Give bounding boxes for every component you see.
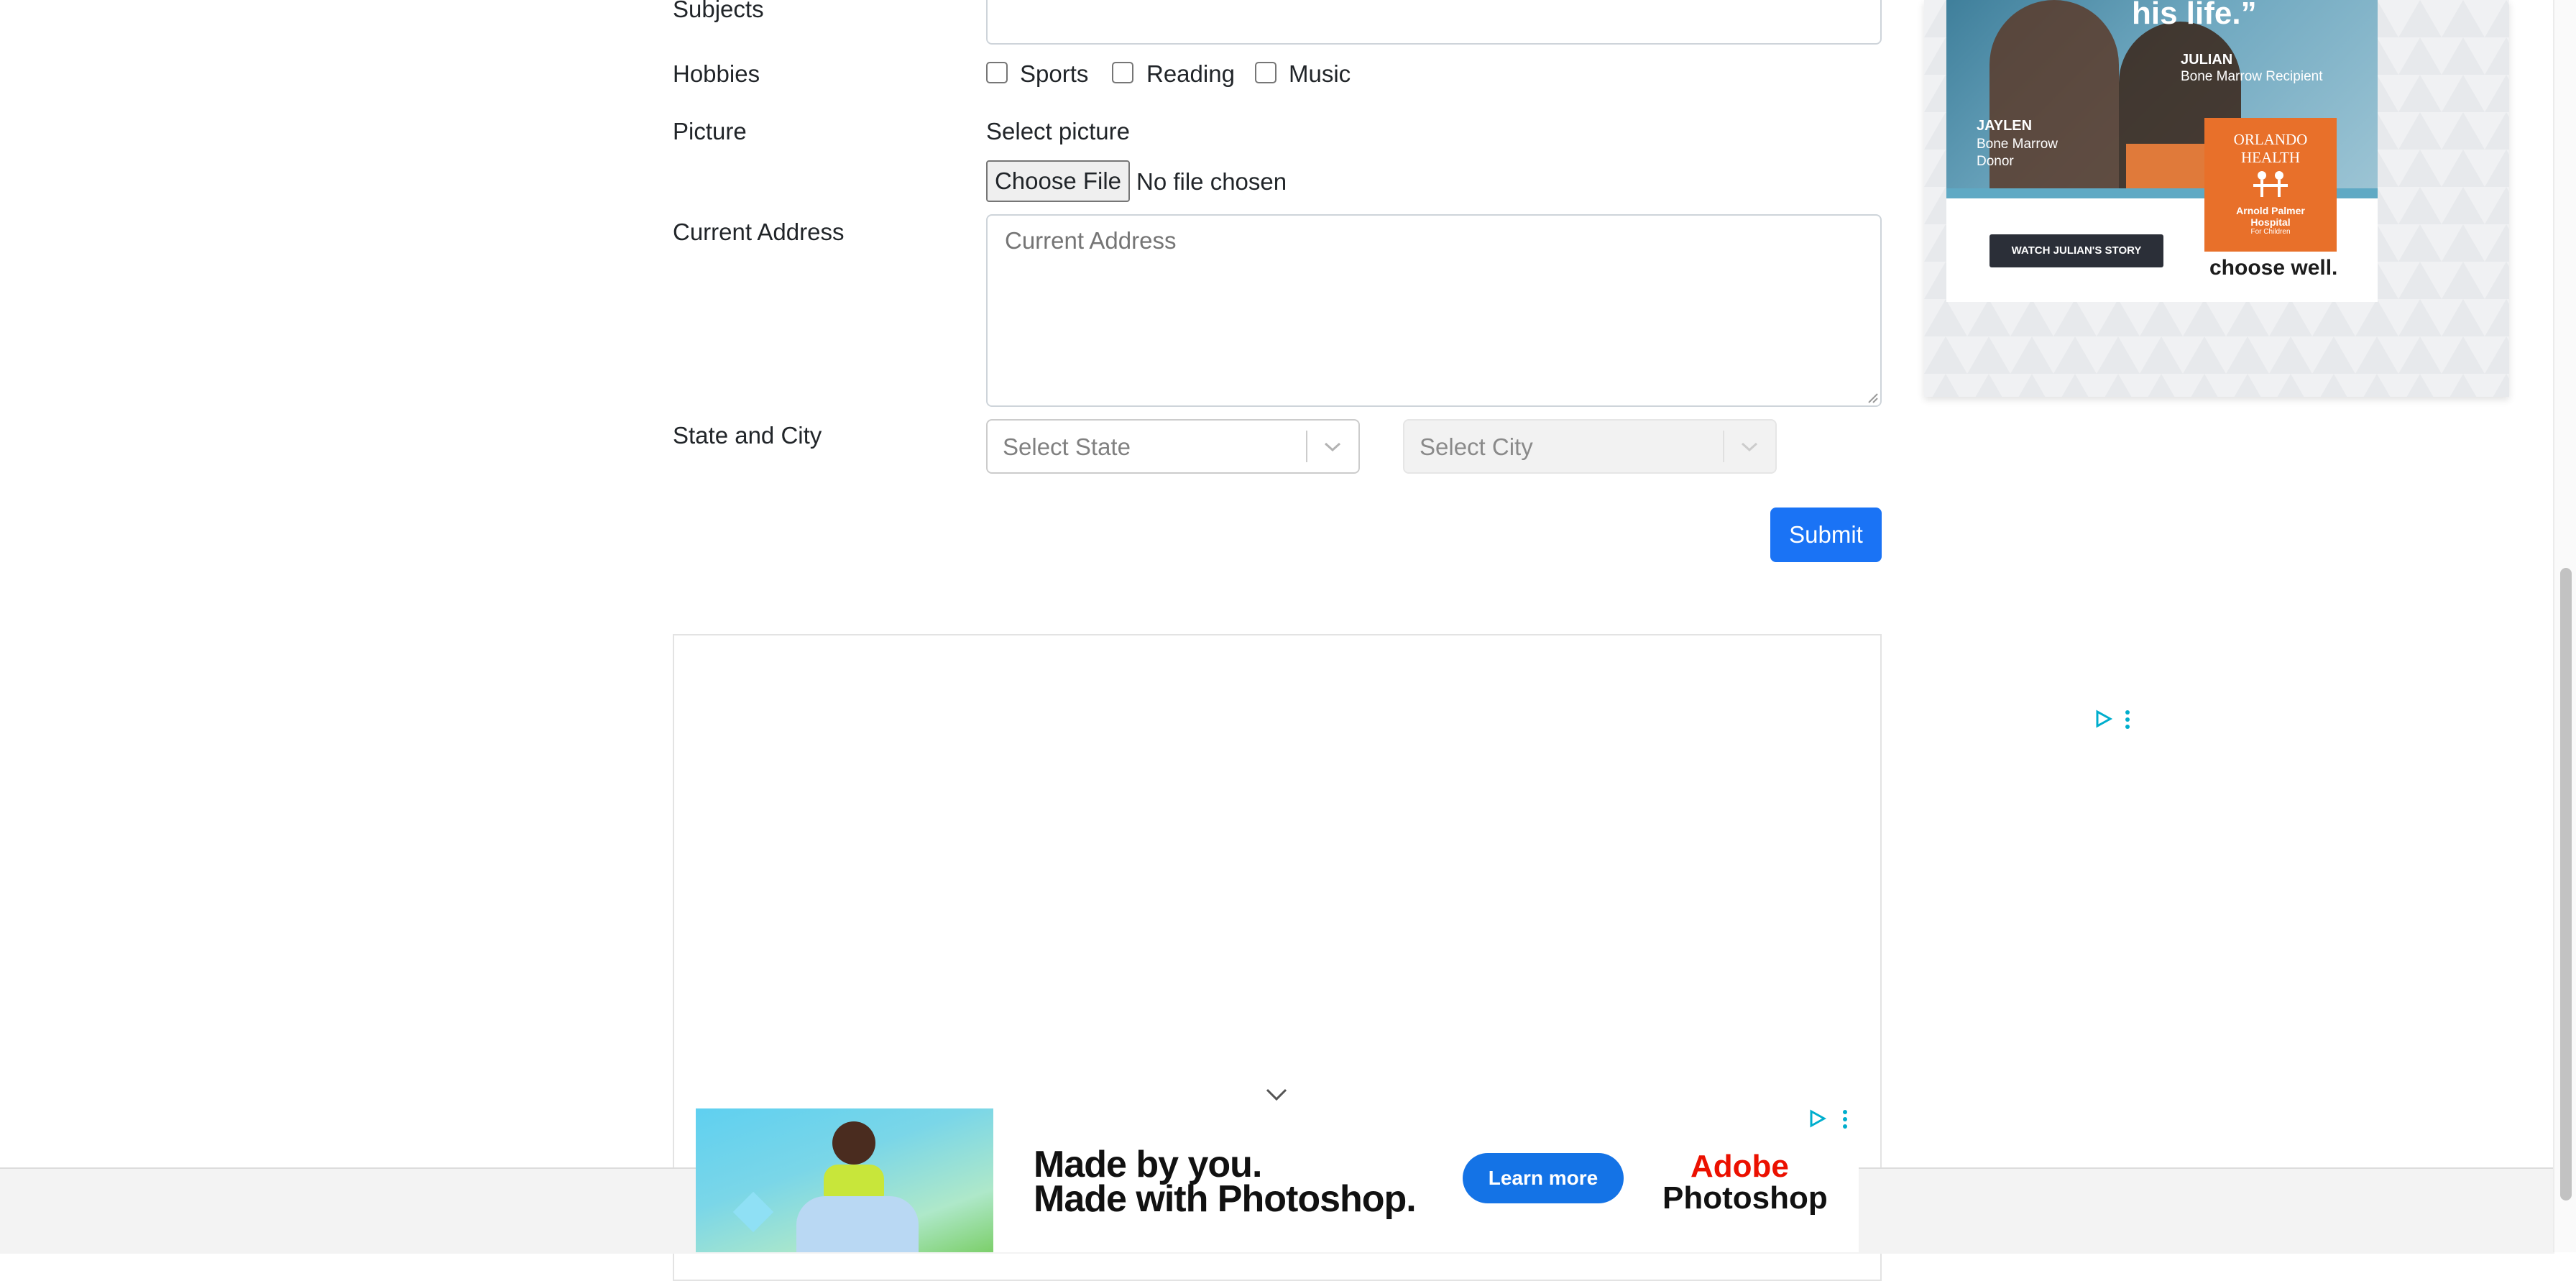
address-textarea[interactable]: [986, 214, 1882, 407]
right-ad-frame[interactable]: his life.” JULIAN Bone Marrow Recipient …: [1924, 0, 2509, 397]
subjects-input[interactable]: [986, 0, 1882, 45]
adobe-logo-text: Adobe: [1690, 1149, 1789, 1184]
resize-handle-icon[interactable]: [1867, 392, 1879, 404]
brand-line-1: ORLANDO: [2233, 131, 2308, 148]
adchoices-icon[interactable]: [2094, 710, 2113, 728]
hospital-line-2: Hospital: [2250, 216, 2291, 228]
hospital-line-3: For Children: [2250, 228, 2291, 236]
donor-role-1: Bone Marrow: [1977, 137, 2058, 152]
state-select[interactable]: Select State: [986, 419, 1360, 474]
picture-label: Picture: [673, 118, 747, 144]
photoshop-logo-text: Photoshop: [1662, 1180, 1828, 1216]
address-label: Current Address: [673, 219, 845, 245]
hobby-music-label[interactable]: Music: [1289, 60, 1351, 88]
hobby-sports-checkbox[interactable]: [986, 62, 1008, 83]
ad-tagline: choose well.: [2209, 256, 2338, 280]
subjects-label: Subjects: [673, 0, 764, 22]
hobby-reading-label[interactable]: Reading: [1146, 60, 1235, 88]
woman-skirt: [796, 1196, 919, 1252]
donor-role-2: Donor: [1977, 154, 2014, 169]
learn-more-button[interactable]: Learn more: [1463, 1153, 1624, 1203]
woman-top: [824, 1165, 884, 1198]
recipient-name: JULIAN: [2181, 52, 2233, 68]
brand-line-2: HEALTH: [2240, 149, 2301, 166]
city-select[interactable]: Select City: [1403, 419, 1777, 474]
bottom-ad-image: [696, 1108, 993, 1252]
hobby-sports-label[interactable]: Sports: [1020, 60, 1088, 88]
choose-file-button[interactable]: Choose File: [986, 160, 1130, 202]
donor-name: JAYLEN: [1977, 118, 2033, 134]
city-select-value: Select City: [1420, 433, 1533, 460]
hospital-line-1: Arnold Palmer: [2236, 205, 2305, 216]
bottom-ad-banner[interactable]: Made by you. Made with Photoshop. Learn …: [696, 1108, 1859, 1252]
ad-headline-2: Made with Photoshop.: [1034, 1178, 1417, 1220]
chevron-down-icon[interactable]: [1266, 1088, 1287, 1101]
adchoices-icon[interactable]: [1808, 1109, 1827, 1128]
select-picture-label: Select picture: [986, 118, 1130, 144]
family-icon: [2253, 171, 2288, 197]
no-file-text: No file chosen: [1136, 168, 1287, 195]
scrollbar-thumb[interactable]: [2560, 568, 2572, 1200]
flower-left: [732, 1191, 774, 1233]
woman-figure: [832, 1121, 875, 1165]
ad-quote-text: his life.”: [2132, 0, 2257, 31]
vertical-scrollbar[interactable]: [2553, 0, 2576, 1252]
state-city-label: State and City: [673, 422, 822, 449]
orlando-health-logo: ORLANDO HEALTH Arnold Palmer Hospital Fo…: [2204, 118, 2337, 252]
recipient-role: Bone Marrow Recipient: [2181, 69, 2323, 84]
chevron-down-icon[interactable]: [1324, 442, 1341, 452]
choose-file-label: Choose File: [994, 167, 1122, 194]
chevron-down-icon: [1741, 442, 1758, 452]
more-options-icon[interactable]: [2124, 710, 2131, 730]
hobbies-label: Hobbies: [673, 60, 760, 87]
submit-button[interactable]: Submit: [1770, 508, 1882, 562]
state-select-separator: [1306, 431, 1307, 462]
state-select-value: Select State: [1003, 433, 1131, 460]
hobby-music-checkbox[interactable]: [1255, 62, 1276, 83]
city-select-separator: [1723, 431, 1724, 462]
watch-story-button[interactable]: WATCH JULIAN'S STORY: [1990, 234, 2163, 267]
more-options-icon[interactable]: [1841, 1109, 1849, 1129]
hobby-reading-checkbox[interactable]: [1112, 62, 1133, 83]
right-ad-card[interactable]: his life.” JULIAN Bone Marrow Recipient …: [1946, 0, 2378, 302]
